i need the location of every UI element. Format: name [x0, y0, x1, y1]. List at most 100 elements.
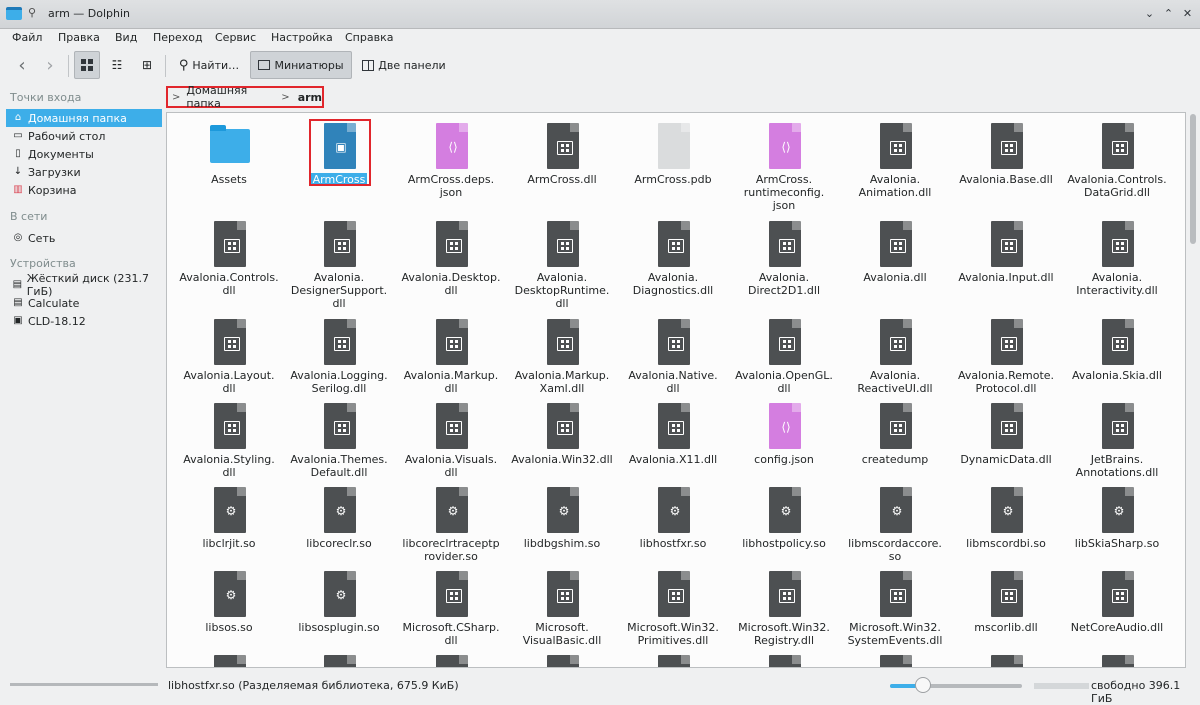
sidebar-item-documents[interactable]: ▯ Документы [6, 145, 162, 163]
dll-file-icon [765, 221, 805, 267]
file-name: ArmCross.pdb [634, 173, 712, 186]
so-file-icon: ⚙ [432, 487, 472, 533]
sidebar-item-label: Домашняя папка [28, 111, 127, 125]
icons-view-button[interactable] [74, 51, 100, 79]
sidebar-item-network[interactable]: ◎ Сеть [6, 229, 162, 247]
icons-view-icon [81, 59, 93, 71]
preview-button[interactable]: Миниатюры [250, 51, 352, 79]
forward-button[interactable]: › [38, 51, 62, 79]
dll-file-icon [654, 221, 694, 267]
file-name: libclrjit.so [202, 537, 256, 550]
sidebar-item-calculate[interactable]: ▤ Calculate [6, 294, 162, 312]
menu-help[interactable]: Справка [345, 31, 393, 44]
pdb-file-icon [654, 123, 694, 169]
file-name: Avalonia.Native. dll [628, 369, 718, 395]
scrollbar-thumb[interactable] [1190, 114, 1196, 244]
section-devices: Устройства [10, 257, 76, 270]
file-name: Microsoft.Win32. Primitives.dll [627, 621, 719, 647]
dll-file-icon [432, 319, 472, 365]
dll-file-icon [320, 221, 360, 267]
file-name: Avalonia.Skia.dll [1072, 369, 1162, 382]
file-name: ArmCross.dll [527, 173, 597, 186]
dll-file-icon [876, 123, 916, 169]
file-name: Avalonia. DesignerSupport. dll [290, 271, 388, 310]
breadcrumb: > Домашняя папка > arm [166, 84, 324, 110]
sidebar-item-label: Рабочий стол [28, 129, 106, 143]
search-icon: ⚲ [178, 57, 189, 73]
breadcrumb-home[interactable]: Домашняя папка [186, 84, 273, 110]
desktop-icon: ▭ [13, 130, 23, 141]
preview-label: Миниатюры [274, 58, 344, 72]
split-view-icon [362, 59, 375, 71]
file-name: mscorlib.dll [974, 621, 1038, 634]
sidebar-item-label: Сеть [28, 231, 56, 245]
menu-tools[interactable]: Сервис [215, 31, 256, 44]
file-name: ArmCross.deps. json [407, 173, 495, 199]
sidebar-item-cld[interactable]: ▣ CLD-18.12 [6, 312, 162, 330]
file-name: libcoreclr.so [306, 537, 372, 550]
maximize-icon[interactable]: ⌃ [1162, 7, 1175, 20]
file-name: libsosplugin.so [298, 621, 380, 634]
dll-file-icon [432, 403, 472, 449]
menu-file[interactable]: Файл [12, 31, 42, 44]
file-name: Avalonia.Controls. dll [179, 271, 279, 297]
file-name: libdbgshim.so [523, 537, 601, 550]
sidebar-item-label: Корзина [28, 183, 77, 197]
section-network: В сети [10, 210, 48, 223]
chevron-right-icon[interactable]: > [172, 92, 180, 103]
menu-view[interactable]: Вид [115, 31, 137, 44]
dll-file-icon [876, 403, 916, 449]
file-name: Avalonia. DesktopRuntime. dll [514, 271, 610, 310]
sidebar-item-home[interactable]: ⌂ Домашняя папка [6, 109, 162, 127]
title-bar: ⚲ arm — Dolphin ⌄ ⌃ ✕ [0, 0, 1200, 29]
dll-file-icon [876, 319, 916, 365]
minimize-icon[interactable]: ⌄ [1143, 7, 1156, 20]
toolbar-separator [165, 55, 166, 77]
breadcrumb-current[interactable]: arm [298, 91, 322, 104]
pin-icon[interactable]: ⚲ [28, 6, 36, 19]
sidebar-item-label: Документы [28, 147, 94, 161]
menu-go[interactable]: Переход [153, 31, 203, 44]
file-name: Avalonia.Layout. dll [183, 369, 275, 395]
sidebar-item-desktop[interactable]: ▭ Рабочий стол [6, 127, 162, 145]
so-file-icon: ⚙ [320, 487, 360, 533]
file-name: ArmCross. runtimeconfig. json [743, 173, 825, 212]
file-name: Microsoft.Win32. SystemEvents.dll [847, 621, 943, 647]
so-file-icon: ⚙ [765, 487, 805, 533]
folder-file-icon [210, 123, 250, 169]
close-icon[interactable]: ✕ [1181, 7, 1194, 20]
back-button[interactable]: ‹ [10, 51, 34, 79]
panel-resize-handle[interactable] [10, 683, 158, 686]
file-name: NetCoreAudio.dll [1070, 621, 1164, 634]
zoom-slider-handle[interactable] [915, 677, 931, 693]
chevron-right-icon[interactable]: > [281, 92, 289, 103]
dll-file-icon [543, 221, 583, 267]
find-button[interactable]: ⚲ Найти… [172, 51, 246, 79]
places-panel: Точки входа ⌂ Домашняя папка ▭ Рабочий сто… [6, 86, 162, 666]
file-view[interactable]: Assets ▣ ArmCross ⟨⟩ ArmCross.deps. json ArmC… [166, 112, 1186, 668]
file-name: Avalonia.Controls. DataGrid.dll [1067, 173, 1167, 199]
menu-settings[interactable]: Настройка [271, 31, 333, 44]
dolphin-app-icon[interactable] [6, 7, 22, 20]
compact-view-button[interactable]: ☷ [104, 51, 130, 79]
menu-bar: Файл Правка Вид Переход Сервис Настройка… [0, 28, 1200, 48]
file-name: libmscordaccore. so [848, 537, 942, 563]
split-view-button[interactable]: Две панели [358, 51, 450, 79]
dll-file-icon [1098, 403, 1138, 449]
dll-file-icon [1098, 655, 1138, 667]
sidebar-item-label: Calculate [28, 296, 80, 310]
dll-file-icon [543, 123, 583, 169]
so-file-icon: ⚙ [1098, 487, 1138, 533]
details-view-icon: ⊞ [141, 58, 153, 72]
details-view-button[interactable]: ⊞ [134, 51, 160, 79]
so-file-icon: ⚙ [210, 571, 250, 617]
file-name: Avalonia. Animation.dll [858, 173, 932, 199]
sidebar-item-downloads[interactable]: ↓ Загрузки [6, 163, 162, 181]
section-places: Точки входа [10, 91, 82, 104]
file-name: Avalonia.Remote. Protocol.dll [957, 369, 1055, 395]
menu-edit[interactable]: Правка [58, 31, 100, 44]
file-name: Avalonia.Base.dll [959, 173, 1053, 186]
sidebar-item-hdd[interactable]: ▤ Жёсткий диск (231.7 ГиБ) [6, 272, 162, 298]
dll-file-icon [210, 319, 250, 365]
sidebar-item-trash[interactable]: ▥ Корзина [6, 181, 162, 199]
